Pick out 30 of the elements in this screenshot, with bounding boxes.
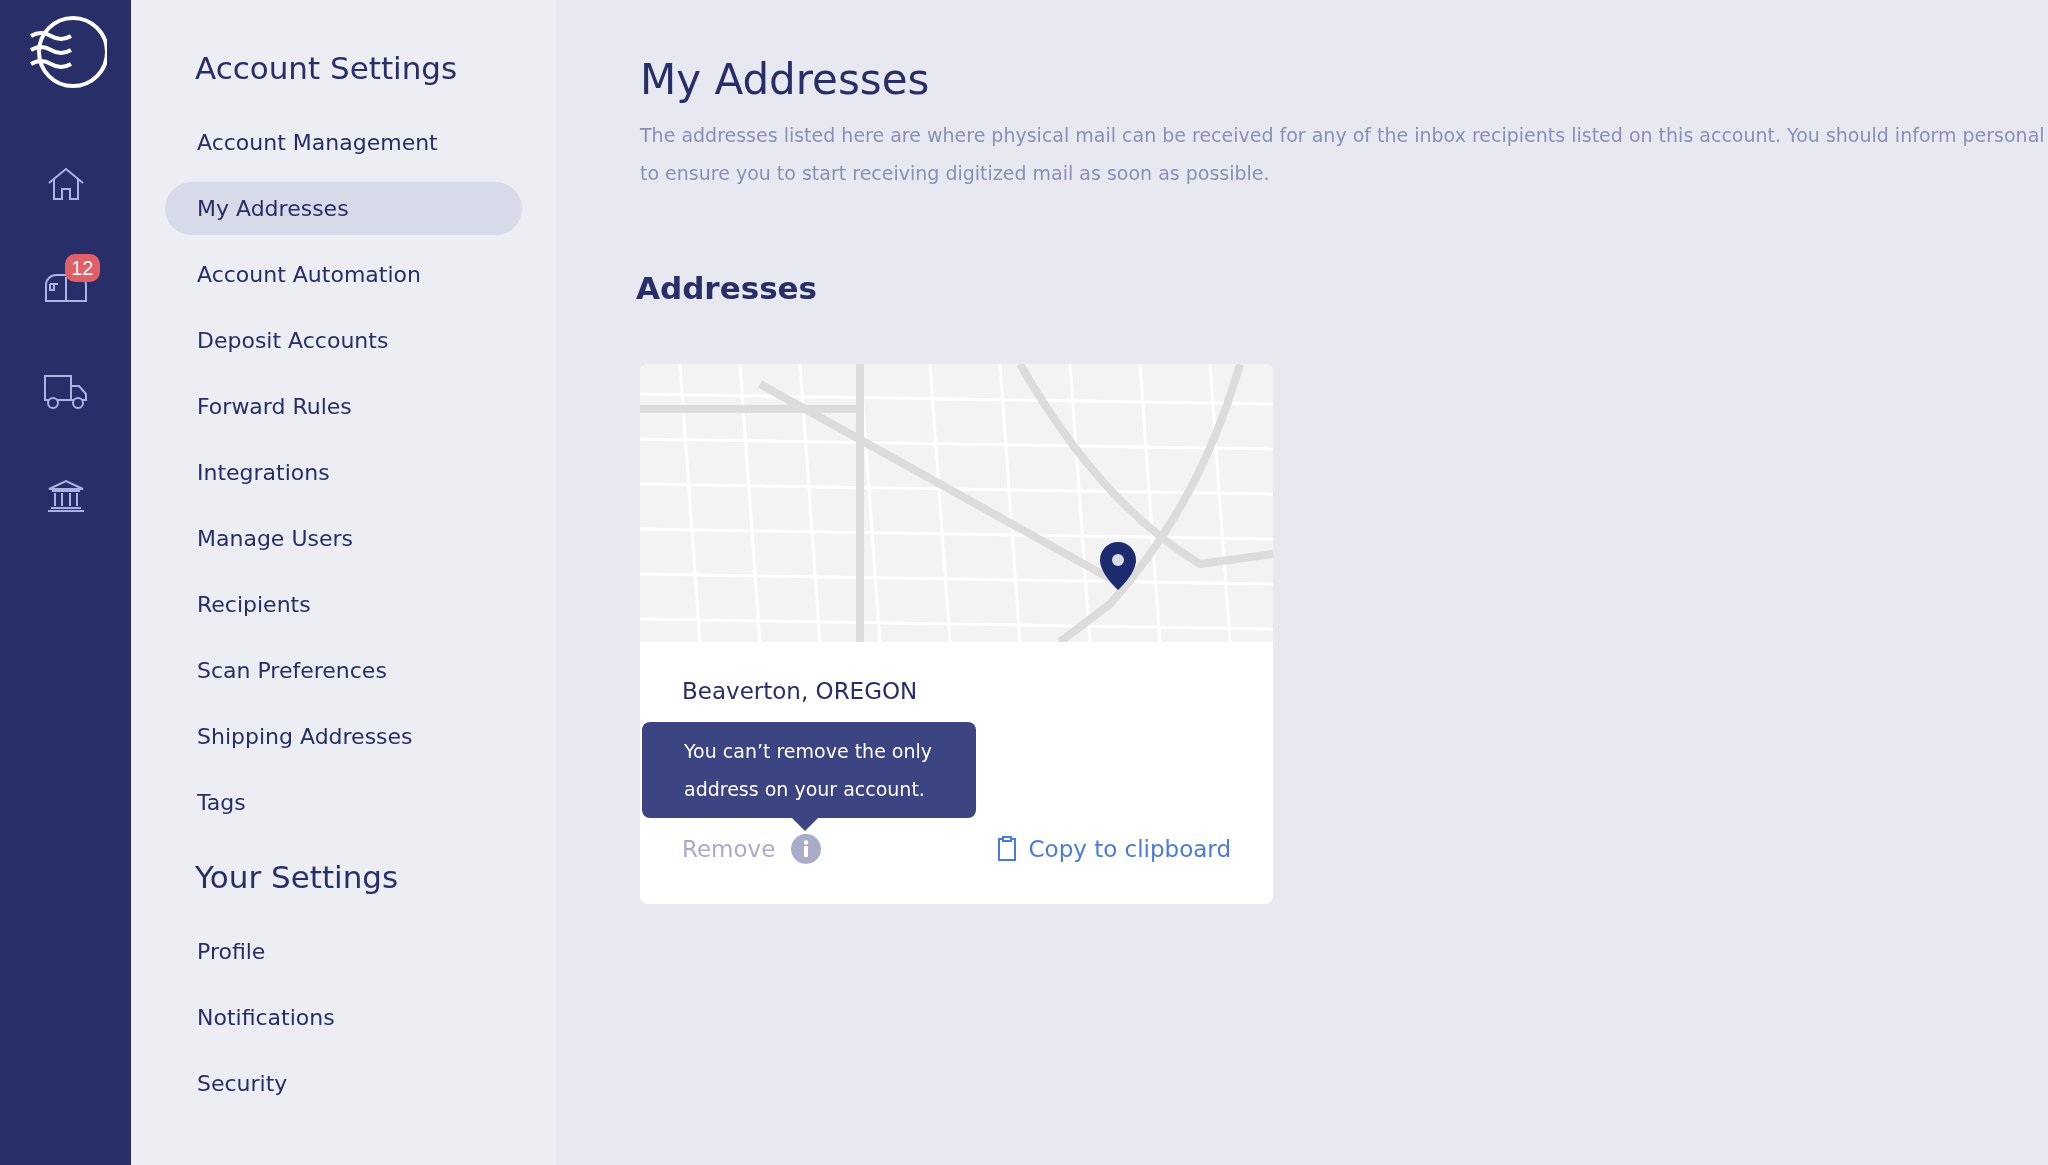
nav-item[interactable]: Account Management xyxy=(165,116,522,169)
section-heading: Your Settings xyxy=(195,859,400,895)
nav-item[interactable]: Shipping Addresses xyxy=(165,710,522,763)
nav-item[interactable]: Scan Preferences xyxy=(165,644,522,697)
nav-item[interactable]: Tags xyxy=(165,776,522,829)
copy-button[interactable]: Copy to clipboard xyxy=(996,836,1231,862)
nav-item[interactable]: My Addresses xyxy=(165,182,522,235)
tooltip-pointer xyxy=(792,818,818,831)
nav-item[interactable]: Manage Users xyxy=(165,512,522,565)
nav-item[interactable]: Account Automation xyxy=(165,248,522,301)
nav-item[interactable]: Recipients xyxy=(165,578,522,631)
address-text: Beaverton, OREGON xyxy=(682,678,919,704)
section-heading: Addresses xyxy=(636,270,819,306)
tooltip: You can’t remove the only address on your account. xyxy=(642,722,976,818)
nav-item[interactable]: Notifications xyxy=(165,991,522,1044)
nav-item[interactable]: Security xyxy=(165,1057,522,1110)
clipboard-icon xyxy=(996,836,1017,862)
nav-item[interactable]: Integrations xyxy=(165,446,522,499)
description-text: The addresses listed here are where physical mail can be received for any of the inbox recipients listed on this account. You should inform personal xyxy=(640,123,2046,148)
page-title: My Addresses xyxy=(640,55,931,104)
nav-item[interactable]: Profile xyxy=(165,925,522,978)
nav-item[interactable]: Deposit Accounts xyxy=(165,314,522,367)
truck-icon xyxy=(42,374,89,410)
mailbox-icon xyxy=(43,273,88,303)
description-text: to ensure you to start receiving digitized mail as soon as possible. xyxy=(640,161,1271,186)
section-heading: Account Settings xyxy=(195,50,459,86)
nav-item[interactable]: Forward Rules xyxy=(165,380,522,433)
count-badge: 12 xyxy=(65,254,100,282)
bank-icon xyxy=(45,479,86,513)
home-icon xyxy=(46,167,85,201)
